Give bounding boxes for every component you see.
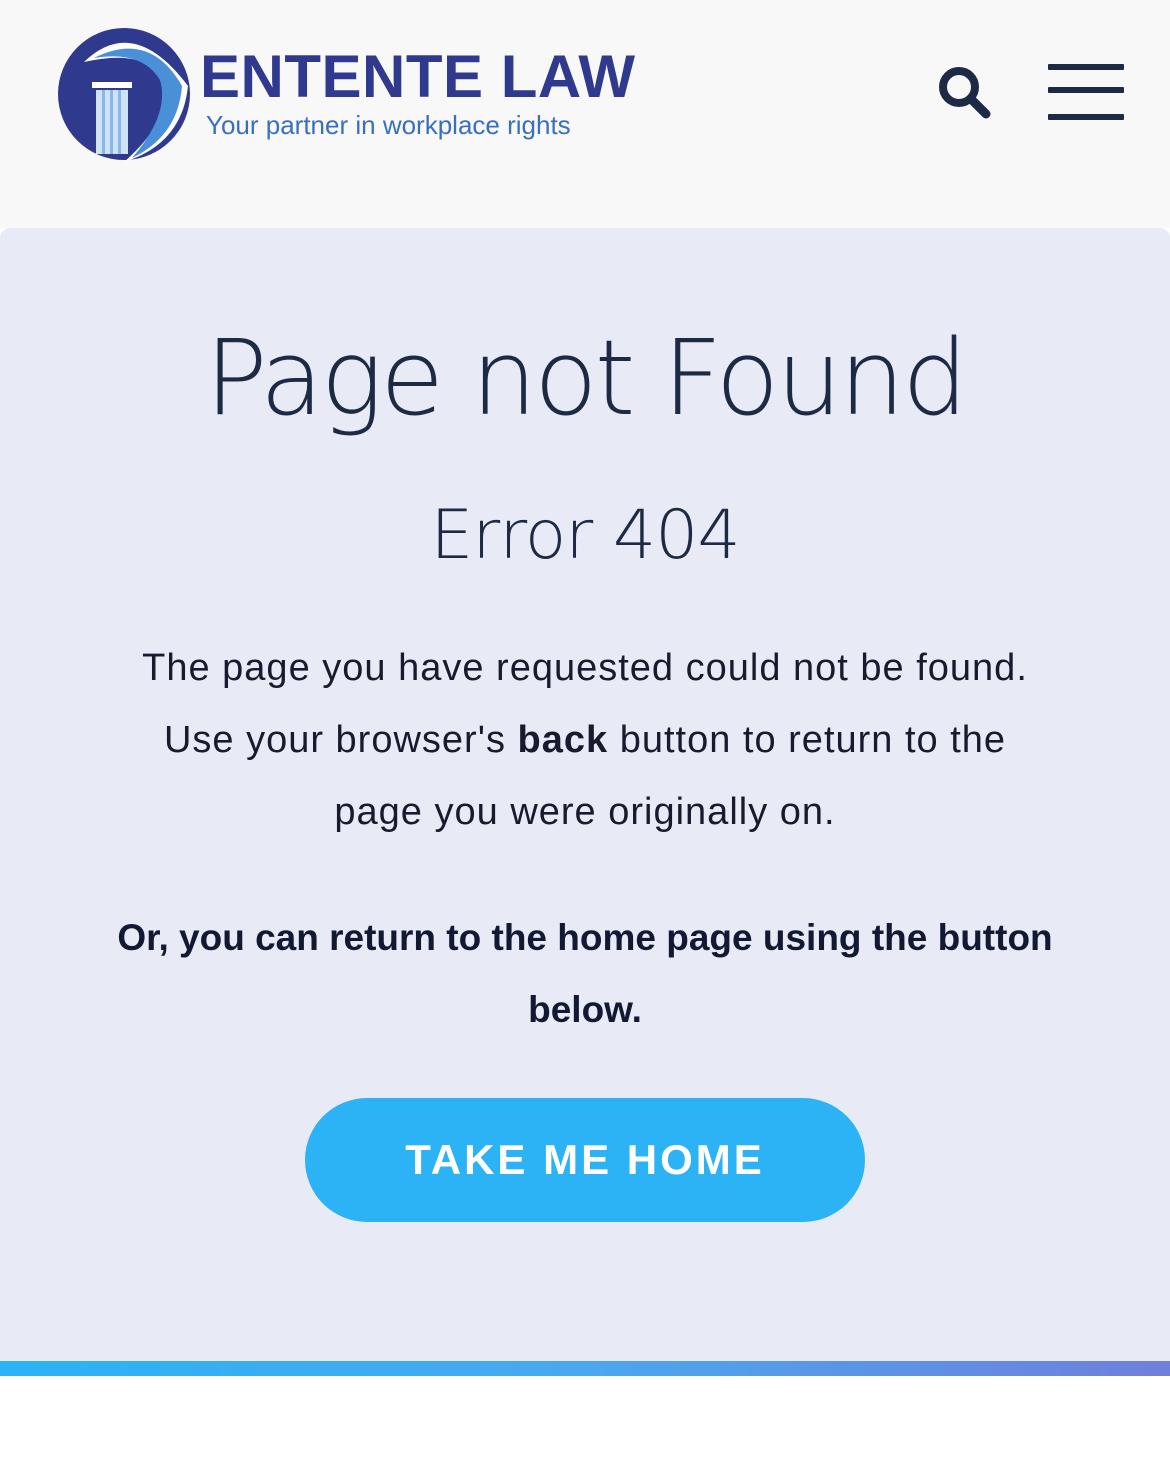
error-code: Error 404 (430, 496, 740, 575)
menu-bar-bottom (1048, 114, 1124, 120)
message-bold-back: back (517, 719, 609, 761)
column-arc-logo-icon (58, 28, 190, 162)
error-message: The page you have requested could not be… (120, 632, 1050, 848)
home-instructions: Or, you can return to the home page usin… (117, 917, 1053, 1030)
brand-name: ENTENTE LAW (200, 43, 636, 110)
site-header: ENTENTE LAW Your partner in workplace ri… (0, 0, 1170, 228)
site-logo[interactable]: ENTENTE LAW Your partner in workplace ri… (54, 24, 674, 164)
menu-bar-middle (1048, 87, 1124, 93)
search-icon (939, 67, 991, 119)
hamburger-menu-button[interactable] (1048, 64, 1126, 124)
search-button[interactable] (934, 62, 994, 122)
take-me-home-button[interactable]: TAKE ME HOME (305, 1098, 865, 1222)
footer-gradient-bar (0, 1361, 1170, 1376)
page-title: Page not Found (204, 317, 968, 439)
menu-bar-top (1048, 64, 1124, 70)
brand-tagline: Your partner in workplace rights (206, 110, 571, 140)
